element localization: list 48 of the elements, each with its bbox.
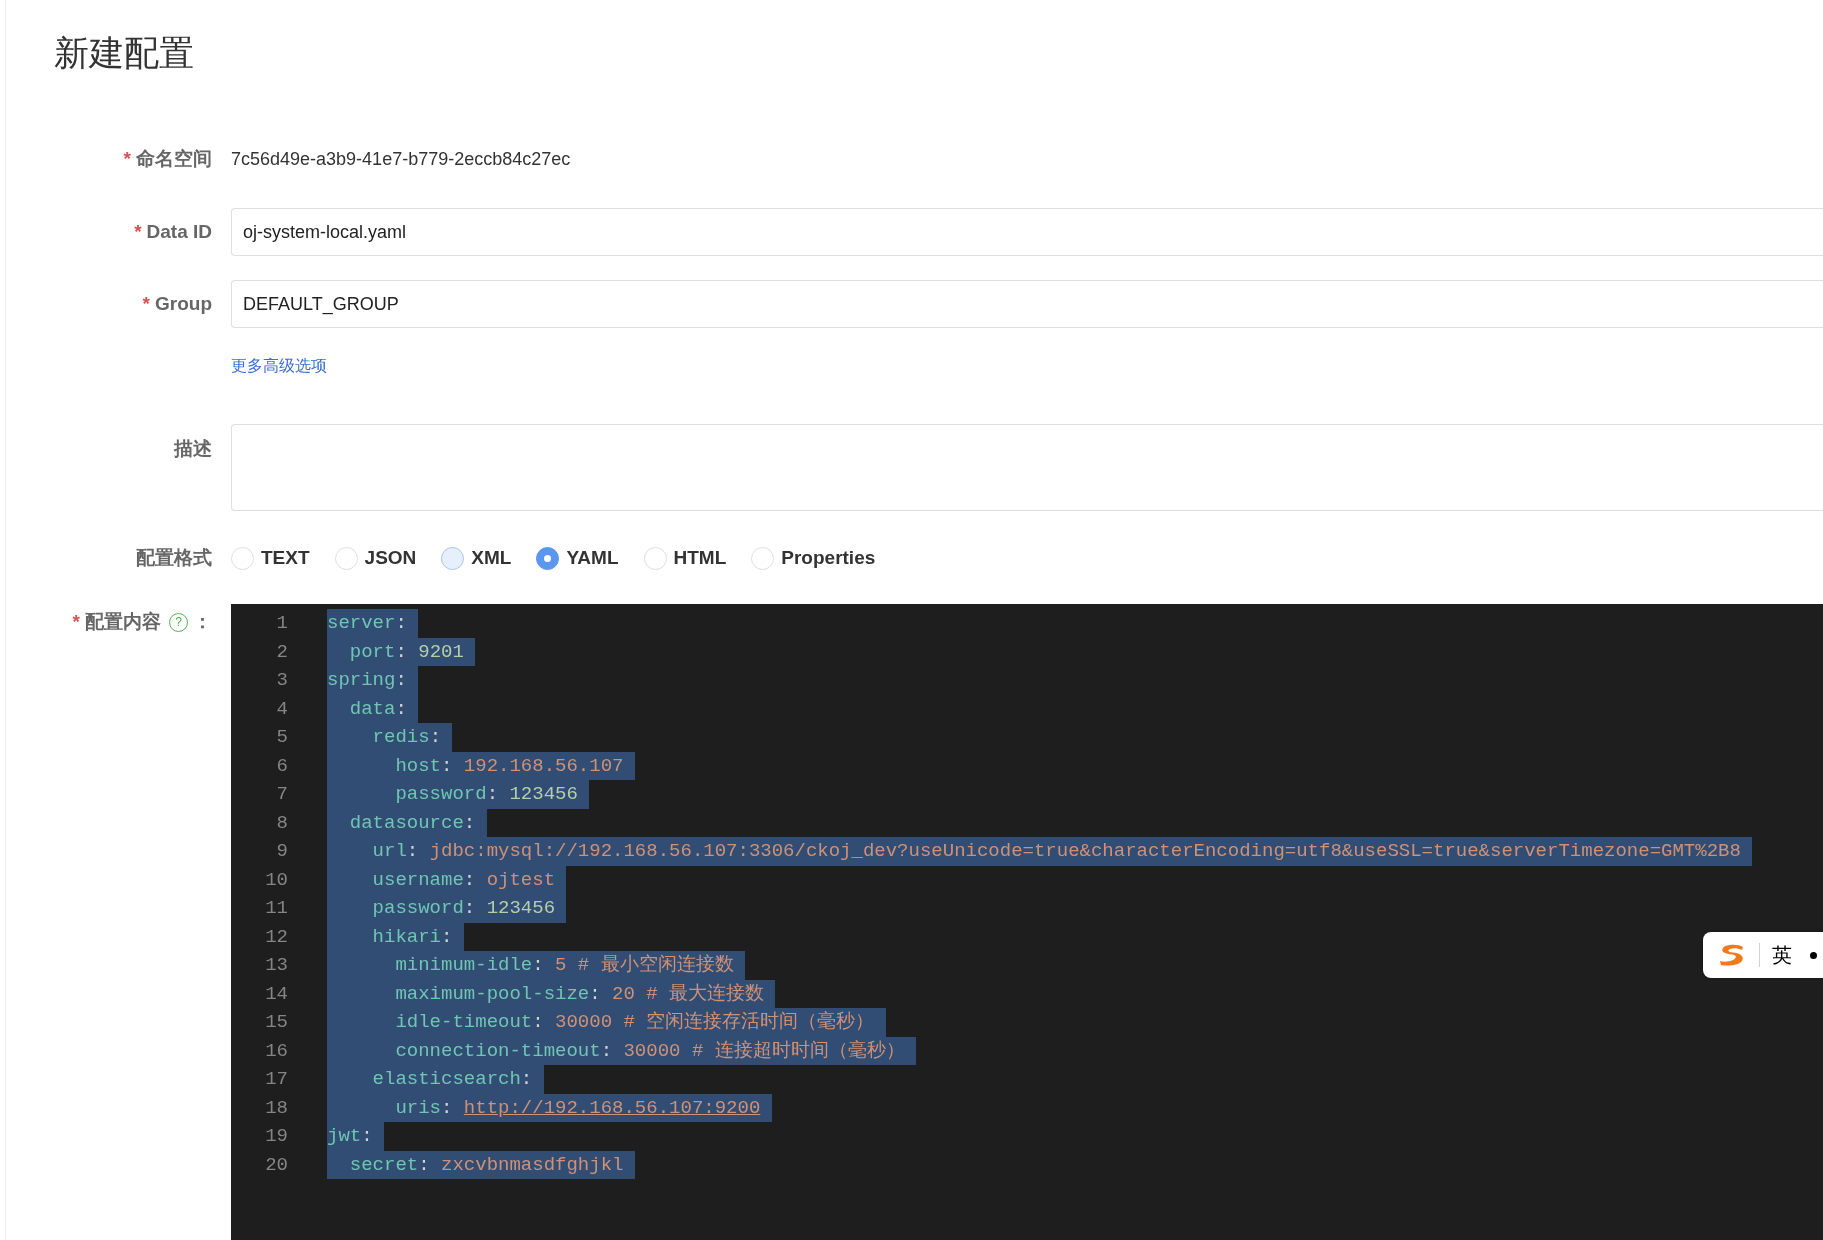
line-number: 3 xyxy=(275,668,288,693)
field-label: Group xyxy=(155,291,212,316)
line-number: 15 xyxy=(264,1010,288,1035)
line-number: 17 xyxy=(264,1067,288,1092)
radio-option[interactable]: YAML xyxy=(536,543,619,573)
field-label: 命名空间 xyxy=(136,146,212,171)
line-number: 2 xyxy=(275,639,288,665)
radio-button[interactable] xyxy=(441,546,465,570)
line-number: 10 xyxy=(264,867,288,893)
line-number: 12 xyxy=(264,924,288,950)
line-number: 6 xyxy=(275,753,288,779)
required-mark: * xyxy=(134,219,142,244)
radio-option[interactable]: JSON xyxy=(334,543,417,573)
field-label: 配置内容 xyxy=(85,610,161,634)
text-field[interactable]: DEFAULT_GROUP xyxy=(231,280,1823,328)
radio-option[interactable]: TEXT xyxy=(231,543,310,573)
line-number: 18 xyxy=(264,1095,288,1121)
line-number: 4 xyxy=(275,696,288,722)
input-mode-label[interactable]: 英 xyxy=(1772,940,1792,970)
line-number: 19 xyxy=(264,1124,288,1149)
line-number: 16 xyxy=(264,1038,288,1064)
radio-option[interactable]: Properties xyxy=(751,543,876,573)
radio-button[interactable] xyxy=(536,546,560,570)
line-number: 9 xyxy=(275,839,288,864)
required-mark: * xyxy=(72,610,80,634)
line-number: 13 xyxy=(264,953,288,978)
line-number: 7 xyxy=(275,782,288,807)
line-number: 14 xyxy=(264,981,288,1007)
field-label: 配置格式 xyxy=(136,545,212,570)
radio-option[interactable]: HTML xyxy=(643,543,727,573)
line-number: 5 xyxy=(275,725,288,750)
page-title: 新建配置 xyxy=(54,32,194,74)
advanced-options-link[interactable]: 更多高级选项 xyxy=(231,354,327,378)
field-label: 描述 xyxy=(174,437,212,461)
line-number: 1 xyxy=(275,611,288,636)
field-label: Data ID xyxy=(146,219,212,244)
namespace-value: 7c56d49e-a3b9-41e7-b779-2eccb84c27ec xyxy=(231,147,571,171)
description-field[interactable] xyxy=(231,424,1823,511)
swirl-logo-icon[interactable] xyxy=(1718,944,1746,966)
line-number: 8 xyxy=(275,810,288,836)
colon: ： xyxy=(193,610,212,634)
required-mark: * xyxy=(123,146,131,171)
radio-option[interactable]: XML xyxy=(441,543,512,573)
code-editor[interactable] xyxy=(231,604,1823,1240)
line-number: 20 xyxy=(264,1152,288,1178)
line-number: 11 xyxy=(264,896,288,921)
text-field[interactable]: oj-system-local.yaml xyxy=(231,208,1823,256)
required-mark: * xyxy=(142,291,150,316)
